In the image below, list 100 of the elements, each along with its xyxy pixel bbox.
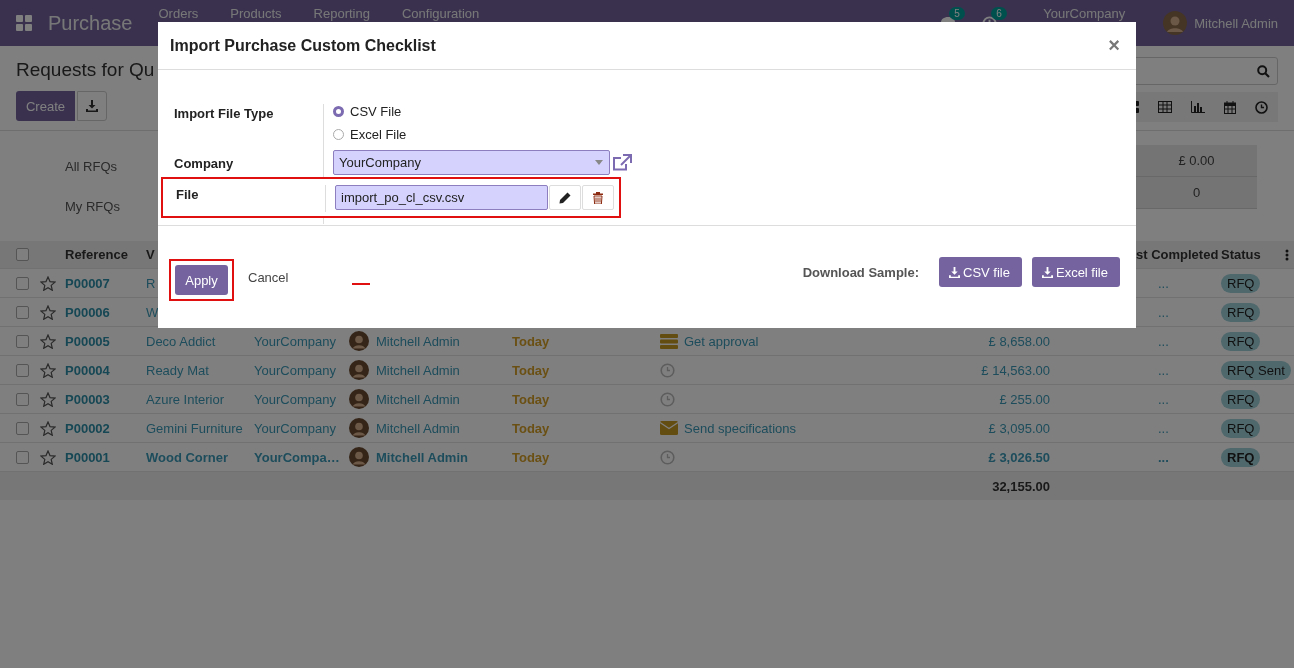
reference-cell: P00005: [65, 333, 110, 349]
vendor-cell: Azure Interior: [146, 391, 225, 407]
delete-button[interactable]: [582, 185, 614, 210]
search-icon[interactable]: [1257, 64, 1270, 78]
representative-cell: Mitchell Admin: [376, 391, 460, 407]
column-header[interactable]: Reference: [65, 247, 128, 262]
radio-option[interactable]: CSV File: [333, 104, 407, 119]
star-icon[interactable]: [40, 391, 56, 407]
row-checkbox[interactable]: [16, 392, 29, 406]
company-cell: YourCompany: [254, 420, 336, 436]
vendor-cell: Wood Corner: [146, 449, 229, 465]
download-sample-button[interactable]: Excel file: [1031, 257, 1120, 287]
star-icon[interactable]: [40, 275, 56, 291]
star-icon[interactable]: [40, 420, 56, 436]
pencil-icon: [559, 191, 571, 204]
menu-item[interactable]: Configuration: [401, 7, 480, 21]
row-checkbox[interactable]: [16, 450, 29, 464]
create-button[interactable]: Create: [16, 91, 75, 121]
deadline-cell: Today: [512, 333, 550, 349]
company-select[interactable]: YourCompany: [333, 150, 610, 175]
download-sample-button[interactable]: CSV file: [939, 257, 1022, 287]
row-checkbox[interactable]: [16, 421, 29, 435]
column-header[interactable]: st Completed: [1136, 247, 1219, 262]
activity-summary[interactable]: Send specifications: [684, 420, 796, 436]
row-checkbox[interactable]: [16, 276, 29, 290]
status-tag: RFQ Sent: [1221, 360, 1291, 380]
status-tag: RFQ: [1221, 418, 1261, 438]
row-checkbox[interactable]: [16, 363, 29, 377]
row-checkbox[interactable]: [16, 334, 29, 348]
user-menu[interactable]: Mitchell Admin: [1194, 15, 1278, 31]
company-cell: YourCompany: [254, 333, 336, 349]
dialog-title: Import Purchase Custom Checklist: [170, 36, 436, 55]
envelope-icon[interactable]: [660, 421, 678, 435]
vendor-cell: Ready Mat: [146, 362, 209, 378]
last-completed-cell: ...: [1158, 362, 1169, 378]
last-completed-cell: ...: [1158, 333, 1169, 349]
graph-view-icon[interactable]: [1191, 101, 1205, 113]
avatar: [349, 389, 369, 409]
representative-cell: Mitchell Admin: [376, 362, 460, 378]
app-name[interactable]: Purchase: [48, 11, 133, 35]
sum-total: 32,155.00: [992, 478, 1050, 494]
company-switcher[interactable]: YourCompany: [1043, 7, 1126, 21]
reference-cell: P00004: [65, 362, 110, 378]
dashboard-value[interactable]: 0: [1136, 177, 1257, 209]
total-cell: £ 8,658.00: [988, 333, 1050, 349]
company-cell: YourCompany: [254, 391, 336, 407]
close-button[interactable]: ×: [1104, 34, 1124, 57]
reference-cell: P00002: [65, 420, 110, 436]
external-link-icon[interactable]: [612, 153, 632, 172]
field-label: Import File Type: [174, 104, 324, 150]
star-icon[interactable]: [40, 304, 56, 320]
representative-cell: Mitchell Admin: [376, 420, 460, 436]
company-cell: YourCompa…: [254, 449, 340, 465]
download-icon: [86, 100, 98, 112]
list-view-icon[interactable]: [1158, 101, 1172, 113]
cancel-button[interactable]: Cancel: [244, 269, 293, 285]
vendor-cell: Deco Addict: [146, 333, 216, 349]
dashboard-value[interactable]: £ 0.00: [1136, 145, 1257, 177]
vendor-cell: Gemini Furniture: [146, 420, 243, 436]
edit-button[interactable]: [549, 185, 581, 210]
star-icon[interactable]: [40, 449, 56, 465]
menu-item[interactable]: Products: [230, 7, 282, 21]
activity-summary[interactable]: Get approval: [684, 333, 759, 349]
avatar: [349, 360, 369, 380]
representative-cell: Mitchell Admin: [376, 449, 468, 465]
avatar: [349, 331, 369, 351]
column-header[interactable]: Status: [1221, 247, 1261, 262]
vendor-cell: R: [146, 275, 156, 291]
star-icon[interactable]: [40, 362, 56, 378]
download-button[interactable]: [77, 91, 107, 121]
apps-menu-icon[interactable]: [16, 15, 32, 31]
apply-button[interactable]: Apply: [175, 265, 228, 295]
star-icon[interactable]: [40, 333, 56, 349]
stacked-bars-icon[interactable]: [660, 333, 678, 349]
activity-count-badge: 6: [991, 6, 1007, 20]
menu-item[interactable]: Orders: [158, 7, 199, 21]
total-cell: £ 255.00: [999, 391, 1050, 407]
last-completed-cell: ...: [1158, 391, 1169, 407]
reference-cell: P00003: [65, 391, 110, 407]
file-name-field[interactable]: import_po_cl_csv.csv: [335, 185, 548, 210]
column-options-icon[interactable]: [1285, 248, 1289, 261]
radio-option[interactable]: Excel File: [333, 127, 407, 142]
company-cell: YourCompany: [254, 362, 336, 378]
caret-icon: [595, 160, 603, 165]
row-checkbox[interactable]: [16, 305, 29, 319]
dashboard-label[interactable]: All RFQs: [65, 158, 120, 198]
field-label: Company: [174, 150, 324, 177]
calendar-view-icon[interactable]: [1224, 100, 1236, 114]
representative-cell: Mitchell Admin: [376, 333, 460, 349]
avatar: [349, 418, 369, 438]
select-all-checkbox[interactable]: [16, 248, 29, 261]
last-completed-cell: ...: [1158, 420, 1169, 436]
status-tag: RFQ: [1221, 302, 1261, 322]
download-icon: [1041, 266, 1053, 278]
activity-view-icon[interactable]: [1255, 100, 1268, 114]
column-header[interactable]: V: [146, 247, 155, 262]
dashboard-label[interactable]: My RFQs: [65, 198, 120, 238]
menu-item[interactable]: Reporting: [313, 7, 370, 21]
download-icon: [949, 266, 960, 278]
reference-cell: P00007: [65, 275, 110, 291]
